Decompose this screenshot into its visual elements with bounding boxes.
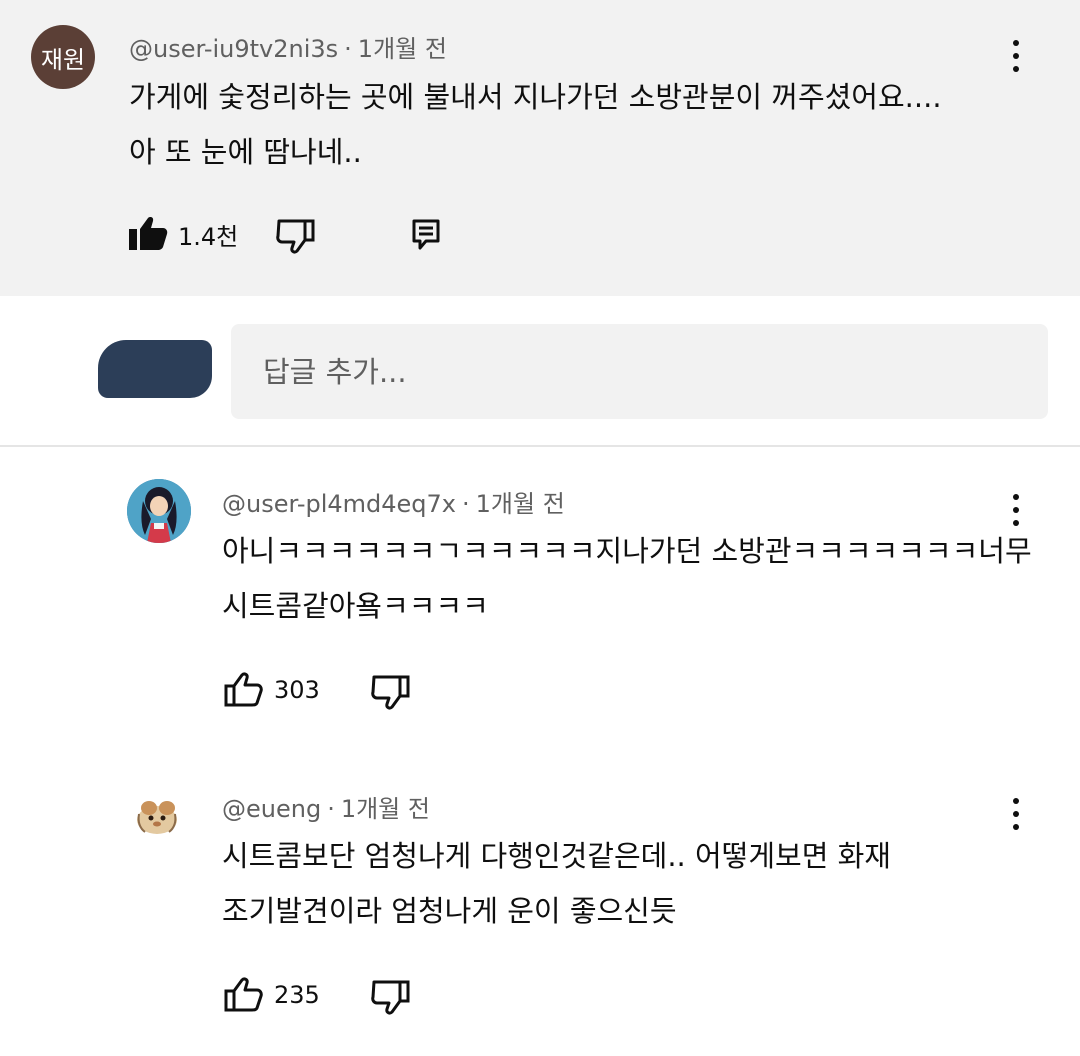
reply-input[interactable] xyxy=(231,324,1048,419)
comment-time[interactable]: 1개월 전 xyxy=(341,795,430,823)
thumb-up-filled-icon xyxy=(129,217,168,250)
like-button[interactable]: 303 xyxy=(224,672,320,708)
more-vert-icon[interactable] xyxy=(1004,36,1028,76)
dislike-button[interactable] xyxy=(371,979,411,1015)
avatar-image xyxy=(127,479,191,543)
thumb-down-icon xyxy=(276,219,315,254)
avatar[interactable]: 재원 xyxy=(31,25,95,89)
reply-button[interactable] xyxy=(412,219,440,251)
comment-meta: @user-pl4md4eq7x · 1개월 전 xyxy=(222,484,565,519)
meta-separator: · xyxy=(327,795,335,823)
avatar-initials: 재원 xyxy=(40,45,86,74)
comment-meta: @user-iu9tv2ni3s · 1개월 전 xyxy=(129,29,447,64)
comment-username[interactable]: @user-pl4md4eq7x xyxy=(222,490,456,518)
divider xyxy=(0,445,1080,447)
dislike-button[interactable] xyxy=(276,218,316,254)
highlighted-comment: 재원 @user-iu9tv2ni3s · 1개월 전 가게에 숯정리하는 곳에 불… xyxy=(0,0,1080,296)
like-count: 1.4천 xyxy=(178,222,239,251)
thumb-down-icon xyxy=(371,980,410,1015)
comment-time[interactable]: 1개월 전 xyxy=(358,35,447,63)
more-vert-icon[interactable] xyxy=(1004,490,1028,530)
more-vert-icon[interactable] xyxy=(1004,794,1028,834)
comment-time[interactable]: 1개월 전 xyxy=(476,490,565,518)
comment-meta: @eueng · 1개월 전 xyxy=(222,789,430,824)
meta-separator: · xyxy=(344,35,352,63)
avatar xyxy=(98,340,212,398)
comment-icon xyxy=(412,219,440,250)
avatar[interactable] xyxy=(127,784,191,848)
comment-text-line: 시트콤보단 엄청나게 다행인것같은데.. 어떻게보면 화재 xyxy=(222,839,891,873)
comment-text: 시트콤보단 엄청나게 다행인것같은데.. 어떻게보면 화재 조기발견이라 엄청나… xyxy=(222,829,891,939)
comment-text-line: 시트콤같아욬ㅋㅋㅋㅋ xyxy=(222,589,489,623)
avatar[interactable] xyxy=(127,479,191,543)
meta-separator: · xyxy=(462,490,470,518)
comment-text-line: 가게에 숯정리하는 곳에 불내서 지나가던 소방관분이 꺼주셨어요.... xyxy=(129,80,942,114)
thumb-up-icon xyxy=(224,977,263,1012)
comment-username[interactable]: @eueng xyxy=(222,795,321,823)
like-count: 303 xyxy=(274,676,320,704)
like-button[interactable]: 1.4천 xyxy=(128,216,238,252)
comment-username[interactable]: @user-iu9tv2ni3s xyxy=(129,35,338,63)
comment-text: 아니ㅋㅋㅋㅋㅋㅋㄱㅋㅋㅋㅋㅋ지나가던 소방관ㅋㅋㅋㅋㅋㅋㅋ너무 시트콤같아욬ㅋㅋ… xyxy=(222,524,1032,634)
thumb-down-icon xyxy=(371,675,410,710)
like-button[interactable]: 235 xyxy=(224,977,320,1013)
comment-text: 가게에 숯정리하는 곳에 불내서 지나가던 소방관분이 꺼주셨어요.... 아 … xyxy=(129,70,942,180)
comment-text-line: 아니ㅋㅋㅋㅋㅋㅋㄱㅋㅋㅋㅋㅋ지나가던 소방관ㅋㅋㅋㅋㅋㅋㅋ너무 xyxy=(222,534,1032,568)
dislike-button[interactable] xyxy=(371,674,411,710)
comment-text-line: 아 또 눈에 땀나네.. xyxy=(129,135,362,169)
like-count: 235 xyxy=(274,981,320,1009)
avatar-image xyxy=(127,784,191,848)
thumb-up-icon xyxy=(224,672,263,707)
comment-text-line: 조기발견이라 엄청나게 운이 좋으신듯 xyxy=(222,894,677,928)
